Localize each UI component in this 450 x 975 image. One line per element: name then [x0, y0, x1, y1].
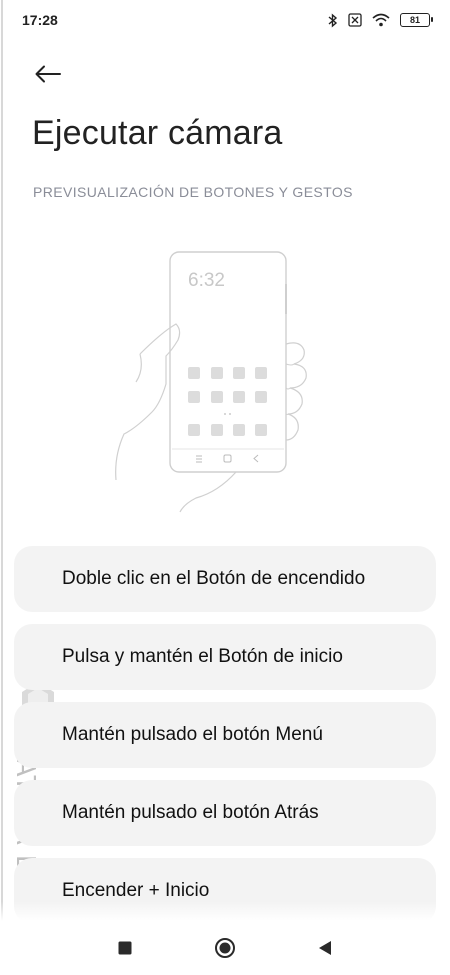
- back-nav-button[interactable]: [310, 933, 340, 963]
- option-hold-back[interactable]: Mantén pulsado el botón Atrás: [14, 780, 436, 846]
- recents-square-icon: [118, 941, 132, 955]
- system-nav-bar: [0, 921, 450, 975]
- page-title: Ejecutar cámara: [32, 114, 283, 152]
- hand-phone-illustration: 6:32: [100, 244, 340, 516]
- option-label: Doble clic en el Botón de encendido: [62, 568, 366, 589]
- back-button[interactable]: [28, 56, 68, 92]
- option-label: Encender + Inicio: [62, 880, 210, 901]
- screen: 17:28 81 Ejecutar cámara PREVISUALIZACIÓ…: [0, 0, 450, 975]
- preview-section-label: PREVISUALIZACIÓN DE BOTONES Y GESTOS: [33, 184, 353, 200]
- nav-fade: [0, 901, 450, 921]
- bluetooth-icon: [328, 12, 338, 28]
- wifi-icon: [372, 13, 390, 27]
- option-hold-home[interactable]: Pulsa y mantén el Botón de inicio: [14, 624, 436, 690]
- option-label: Mantén pulsado el botón Atrás: [62, 802, 319, 823]
- home-button[interactable]: [210, 933, 240, 963]
- battery-icon: 81: [400, 13, 433, 27]
- status-time: 17:28: [22, 12, 58, 28]
- battery-level: 81: [409, 15, 420, 25]
- status-icons: 81: [328, 12, 433, 28]
- back-triangle-icon: [319, 941, 331, 955]
- option-double-click-power[interactable]: Doble clic en el Botón de encendido: [14, 546, 436, 612]
- option-label: Mantén pulsado el botón Menú: [62, 724, 323, 745]
- edge-divider: [1, 0, 3, 975]
- no-sim-icon: [348, 13, 362, 27]
- home-circle-icon: [215, 938, 235, 958]
- gesture-options-list: Doble clic en el Botón de encendido Puls…: [14, 546, 436, 936]
- phone-clock: 6:32: [188, 270, 225, 291]
- recents-button[interactable]: [110, 933, 140, 963]
- status-bar: 17:28 81: [0, 0, 450, 40]
- option-label: Pulsa y mantén el Botón de inicio: [62, 646, 343, 667]
- option-hold-menu[interactable]: Mantén pulsado el botón Menú: [14, 702, 436, 768]
- arrow-left-icon: [35, 65, 61, 83]
